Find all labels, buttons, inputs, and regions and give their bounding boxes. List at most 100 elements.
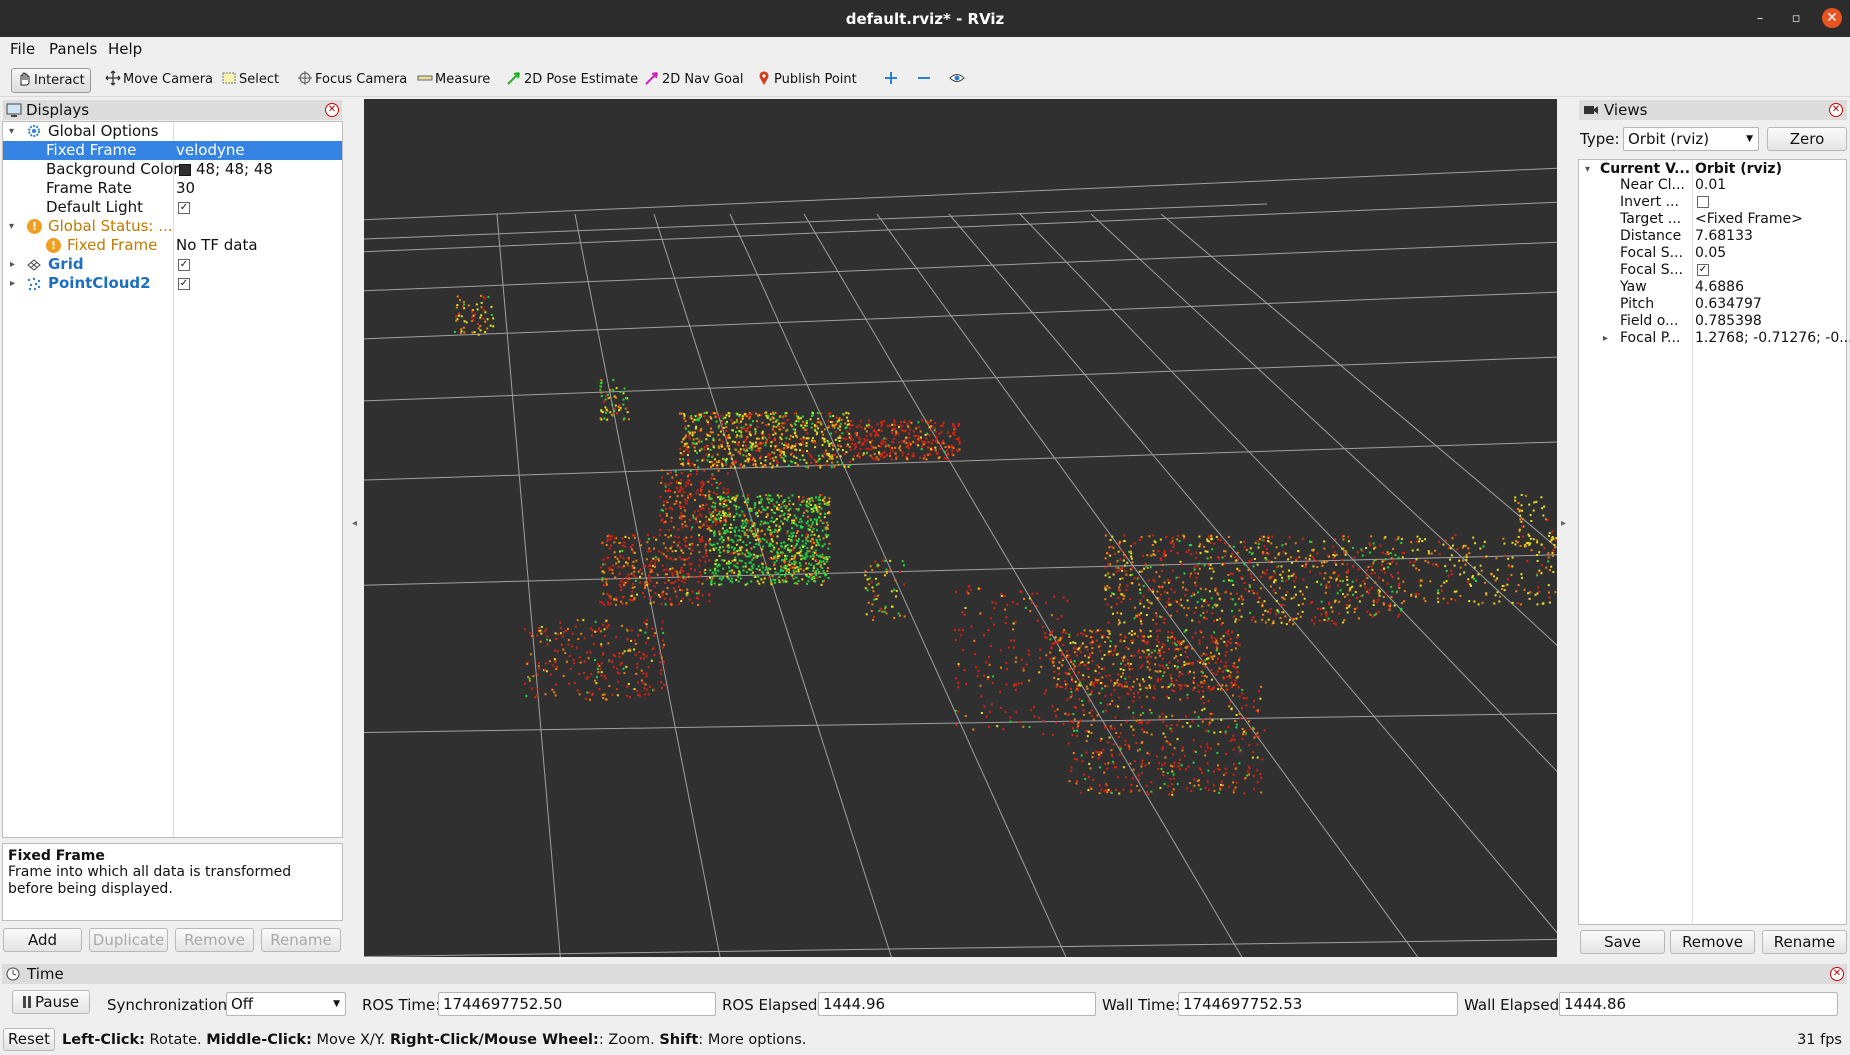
- background-color-value[interactable]: 48; 48; 48: [196, 160, 273, 179]
- pointcloud2-checkbox[interactable]: ✓: [178, 278, 190, 290]
- pose-estimate-tool-button[interactable]: 2D Pose Estimate: [502, 68, 638, 93]
- cloud-point: [1085, 751, 1088, 754]
- cloud-point: [1245, 697, 1248, 700]
- cloud-point: [1123, 540, 1126, 542]
- interact-tool-button[interactable]: Interact: [11, 68, 91, 93]
- cloud-point: [1115, 566, 1118, 569]
- cloud-point: [929, 419, 932, 422]
- cloud-point: [695, 516, 698, 518]
- cloud-point: [795, 507, 798, 510]
- add-tool-button[interactable]: [879, 68, 901, 93]
- tree-row-pointcloud2[interactable]: ▸ PointCloud2 ✓: [3, 274, 342, 293]
- tree-row-fixed-frame[interactable]: Fixed Frame velodyne: [3, 141, 342, 160]
- focus-target-icon: [298, 71, 312, 85]
- cloud-point: [1236, 592, 1239, 595]
- cloud-point: [691, 434, 694, 437]
- tree-row-grid[interactable]: ▸ Grid ✓: [3, 255, 342, 274]
- remove-tool-button[interactable]: [912, 68, 936, 93]
- tree-row-global-status[interactable]: ▾ ! Global Status: ...: [3, 217, 342, 236]
- cloud-point: [663, 643, 666, 646]
- cloud-point: [849, 438, 852, 441]
- displays-close-icon[interactable]: ✕: [325, 103, 339, 117]
- cloud-point: [1091, 715, 1094, 717]
- cloud-point: [992, 623, 995, 626]
- cloud-point: [674, 590, 677, 593]
- cloud-point: [1216, 619, 1219, 621]
- tree-row-frame-rate[interactable]: Frame Rate 30: [3, 179, 342, 198]
- cloud-point: [720, 578, 723, 581]
- cloud-point: [1128, 686, 1131, 689]
- cloud-point: [704, 572, 707, 574]
- tree-row-default-light[interactable]: Default Light ✓: [3, 198, 342, 217]
- menu-panels[interactable]: Panels: [49, 40, 97, 58]
- publish-point-tool-button[interactable]: Publish Point: [752, 68, 857, 93]
- cloud-point: [809, 555, 812, 558]
- cloud-point: [908, 436, 911, 439]
- maximize-button[interactable]: ▫: [1788, 11, 1804, 27]
- cloud-point: [630, 639, 633, 642]
- cloud-point: [657, 550, 660, 553]
- cloud-point: [816, 412, 819, 415]
- cloud-point: [1042, 720, 1045, 722]
- expand-arrow-icon[interactable]: ▾: [9, 217, 14, 236]
- minimize-button[interactable]: –: [1752, 11, 1768, 27]
- cloud-point: [765, 563, 768, 566]
- select-tool-button[interactable]: Select: [217, 68, 279, 93]
- add-display-button[interactable]: Add: [3, 928, 82, 952]
- nav-goal-tool-button[interactable]: 2D Nav Goal: [640, 68, 744, 93]
- render-viewport[interactable]: [364, 99, 1557, 957]
- left-splitter-arrow-icon[interactable]: ◂: [352, 518, 357, 529]
- cloud-point: [1053, 642, 1055, 645]
- expand-arrow-icon[interactable]: ▾: [9, 122, 14, 141]
- tree-row-global-options[interactable]: ▾ Global Options: [3, 122, 342, 141]
- tree-row-background-color[interactable]: Background Color 48; 48; 48: [3, 160, 342, 179]
- cloud-point: [1138, 789, 1141, 792]
- cloud-point: [1201, 675, 1204, 677]
- move-camera-tool-button[interactable]: Move Camera: [101, 68, 213, 93]
- cloud-point: [1403, 590, 1406, 593]
- window-close-button[interactable]: ✕: [1822, 8, 1842, 28]
- cloud-point: [1299, 590, 1302, 593]
- grid-checkbox[interactable]: ✓: [178, 259, 190, 271]
- frame-rate-value[interactable]: 30: [176, 179, 195, 198]
- cloud-point: [705, 515, 708, 518]
- collapse-arrow-icon[interactable]: ▸: [10, 255, 15, 274]
- color-swatch[interactable]: [179, 164, 191, 176]
- duplicate-display-button[interactable]: Duplicate: [89, 928, 168, 952]
- rename-display-button[interactable]: Rename: [261, 928, 341, 952]
- cloud-point: [897, 432, 900, 435]
- focus-camera-tool-button[interactable]: Focus Camera: [293, 68, 407, 93]
- cloud-point: [681, 463, 684, 465]
- cloud-point: [1077, 721, 1080, 724]
- cloud-point: [721, 463, 724, 466]
- views-menu-button[interactable]: [945, 68, 971, 93]
- cloud-point: [626, 562, 629, 565]
- cloud-point: [650, 560, 653, 563]
- cloud-point: [1002, 728, 1005, 730]
- right-splitter-arrow-icon[interactable]: ▸: [1561, 518, 1566, 529]
- cloud-point: [957, 424, 960, 427]
- cloud-point: [919, 430, 922, 433]
- 3d-scene[interactable]: [364, 99, 1557, 957]
- measure-tool-button[interactable]: Measure: [413, 68, 490, 93]
- cloud-point: [1271, 575, 1274, 578]
- tree-row-status-fixed-frame[interactable]: ! Fixed Frame No TF data: [3, 236, 342, 255]
- cloud-point: [1237, 558, 1240, 561]
- cloud-point: [722, 426, 725, 429]
- cloud-point: [1401, 556, 1404, 559]
- cloud-point: [790, 545, 793, 547]
- cloud-point: [1000, 649, 1003, 652]
- cloud-point: [1156, 755, 1158, 758]
- fixed-frame-value[interactable]: velodyne: [176, 141, 245, 160]
- menu-file[interactable]: File: [10, 40, 35, 58]
- cloud-point: [1159, 648, 1162, 651]
- remove-display-button[interactable]: Remove: [175, 928, 254, 952]
- cloud-point: [1389, 562, 1392, 565]
- cloud-point: [818, 544, 821, 547]
- cloud-point: [1519, 545, 1522, 547]
- menu-help[interactable]: Help: [108, 40, 142, 58]
- collapse-arrow-icon[interactable]: ▸: [10, 274, 15, 293]
- cloud-point: [1195, 557, 1198, 559]
- default-light-checkbox[interactable]: ✓: [178, 202, 190, 214]
- cloud-point: [599, 668, 602, 670]
